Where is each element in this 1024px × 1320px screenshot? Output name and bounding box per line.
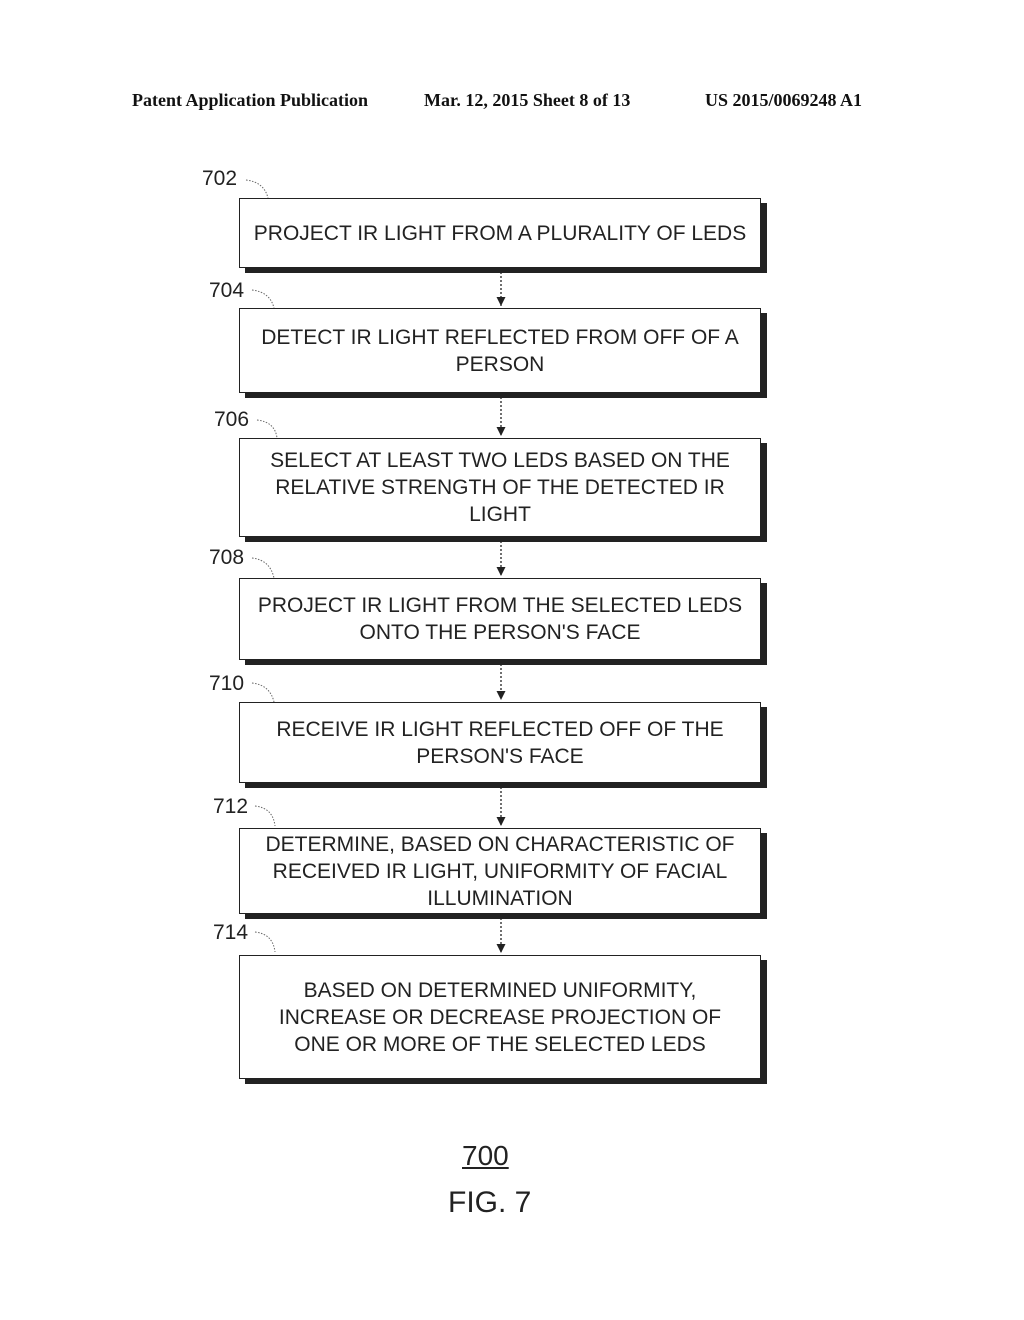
step-710-box: RECEIVE IR LIGHT REFLECTED OFF OF THE PE… [239,702,761,783]
step-702-box: PROJECT IR LIGHT FROM A PLURALITY OF LED… [239,198,761,268]
step-708-box: PROJECT IR LIGHT FROM THE SELECTED LEDS … [239,578,761,660]
leader-704 [251,289,275,309]
leader-714 [254,931,276,953]
ref-710: 710 [209,672,245,695]
leader-706 [256,419,278,439]
ref-708: 708 [209,546,245,569]
leader-708 [251,557,275,579]
ref-702: 702 [202,167,238,190]
figure-label: FIG. 7 [448,1186,532,1219]
ref-706: 706 [214,408,250,431]
ref-704: 704 [209,279,245,302]
step-714-box: BASED ON DETERMINED UNIFORMITY, INCREASE… [239,955,761,1079]
step-712-box: DETERMINE, BASED ON CHARACTERISTIC OF RE… [239,828,761,914]
figure-number: 700 [462,1140,509,1171]
leader-712 [254,805,276,827]
ref-712: 712 [213,795,249,818]
step-706-box: SELECT AT LEAST TWO LEDS BASED ON THE RE… [239,438,761,537]
ref-714: 714 [213,921,249,944]
step-704-box: DETECT IR LIGHT REFLECTED FROM OFF OF A … [239,308,761,393]
leader-710 [251,682,275,703]
leader-702 [245,179,269,199]
